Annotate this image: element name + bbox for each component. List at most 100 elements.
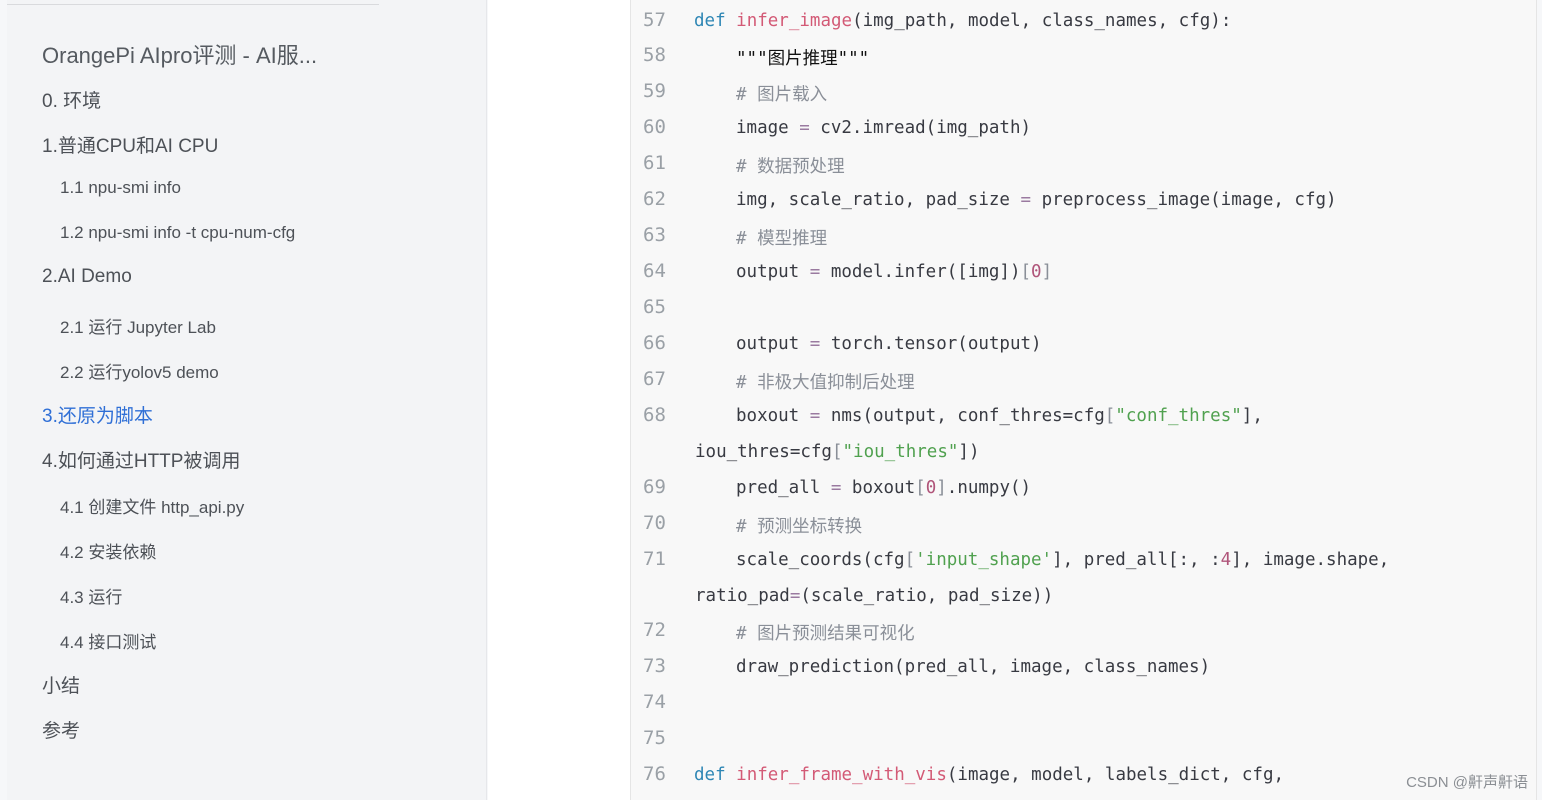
code-text: nms(output, conf_thres=cfg	[820, 406, 1105, 426]
toc-sidebar: OrangePi AIpro评测 - AI服... 0. 环境 1.普通CPU和…	[7, 0, 487, 800]
line-number: 62	[643, 188, 666, 210]
line-number: 75	[643, 727, 666, 749]
code-line: output = model.infer([img])[0]	[694, 262, 1052, 282]
code-line: pred_all = boxout[0].numpy()	[694, 478, 1031, 498]
code-line: scale_coords(cfg['input_shape'], pred_al…	[694, 550, 1389, 570]
code-line: def infer_image(img_path, model, class_n…	[694, 11, 1231, 31]
code-line: # 数据预处理	[694, 153, 845, 178]
code-text: output	[736, 262, 810, 282]
line-number: 63	[643, 224, 666, 246]
line-number: 72	[643, 619, 666, 641]
line-number: 68	[643, 404, 666, 426]
code-text: (image, model, labels_dict, cfg,	[946, 765, 1285, 785]
code-text: img, scale_ratio, pad_size	[736, 190, 1021, 210]
toc-item-npu-smi-cpu-num[interactable]: 1.2 npu-smi info -t cpu-num-cfg	[60, 223, 295, 243]
bracket: [	[904, 550, 916, 570]
code-line: image = cv2.imread(img_path)	[694, 118, 1031, 138]
toc-item-cpu-ai-cpu[interactable]: 1.普通CPU和AI CPU	[42, 131, 218, 158]
code-text: torch.tensor(output)	[820, 334, 1042, 354]
function-name: infer_image	[736, 11, 853, 31]
code-text: draw_prediction(pred_all, image, class_n…	[736, 657, 1211, 677]
line-number: 58	[643, 44, 666, 66]
code-text: ], image.shape,	[1231, 550, 1390, 570]
toc-item-http-call[interactable]: 4.如何通过HTTP被调用	[42, 446, 240, 473]
string-literal: "iou_thres"	[842, 442, 959, 462]
code-text: (img_path, model, class_names, cfg):	[852, 11, 1232, 31]
number: 0	[1031, 262, 1042, 282]
operator: =	[789, 586, 801, 606]
code-line: output = torch.tensor(output)	[694, 334, 1042, 354]
line-number: 69	[643, 476, 666, 498]
number: 0	[925, 478, 937, 498]
toc-item-ai-demo[interactable]: 2.AI Demo	[42, 266, 132, 288]
watermark: CSDN @鼾声鼾语	[1402, 771, 1528, 792]
string-literal: "conf_thres"	[1115, 406, 1242, 426]
operator: =	[809, 334, 821, 354]
line-number: 59	[643, 80, 666, 102]
operator: =	[809, 262, 821, 282]
toc-item-jupyter-lab[interactable]: 2.1 运行 Jupyter Lab	[60, 313, 216, 338]
line-number: 64	[643, 260, 666, 282]
line-number: 67	[643, 368, 666, 390]
bracket: ]	[1041, 262, 1053, 282]
code-block[interactable]: 57 58 59 60 61 62 63 64 65 66 67 68 69 7…	[630, 0, 1537, 800]
operator: =	[799, 118, 810, 138]
toc-item-npu-smi-info[interactable]: 1.1 npu-smi info	[60, 178, 181, 198]
line-number: 74	[643, 691, 666, 713]
line-number: 70	[643, 512, 666, 534]
code-text: boxout	[736, 406, 810, 426]
bracket: [	[915, 478, 926, 498]
line-number: 65	[643, 296, 666, 318]
line-number: 66	[643, 332, 666, 354]
content-margin	[488, 0, 630, 800]
string-literal: 'input_shape'	[915, 550, 1053, 570]
code-line: def infer_frame_with_vis(image, model, l…	[694, 765, 1284, 785]
operator: =	[809, 406, 821, 426]
toc-item-create-http-api[interactable]: 4.1 创建文件 http_api.py	[60, 493, 244, 518]
page: OrangePi AIpro评测 - AI服... 0. 环境 1.普通CPU和…	[0, 0, 1542, 800]
code-text: iou_thres=cfg	[695, 442, 832, 462]
toc-item-api-test[interactable]: 4.4 接口测试	[60, 628, 156, 653]
code-text: cv2.imread(img_path)	[809, 118, 1032, 138]
code-text: ratio_pad	[695, 586, 790, 606]
bracket: [	[1104, 406, 1116, 426]
line-number: 61	[643, 152, 666, 174]
line-number: 73	[643, 655, 666, 677]
operator: =	[830, 478, 842, 498]
code-text: ], pred_all[:, :	[1052, 550, 1221, 570]
code-line: """图片推理"""	[694, 45, 869, 70]
code-text: output	[736, 334, 810, 354]
code-text: .numpy()	[946, 478, 1032, 498]
code-text: (scale_ratio, pad_size))	[800, 586, 1054, 606]
toc-item-references[interactable]: 参考	[42, 716, 80, 743]
code-line-wrap: ratio_pad=(scale_ratio, pad_size))	[695, 586, 1053, 606]
toc-item-environment[interactable]: 0. 环境	[42, 86, 101, 113]
comment: # 非极大值抑制后处理	[736, 373, 915, 393]
line-number: 60	[643, 116, 666, 138]
code-text: pred_all	[736, 478, 831, 498]
code-text: ],	[1241, 406, 1263, 426]
bracket: ]	[936, 478, 947, 498]
number: 4	[1220, 550, 1232, 570]
bracket: [	[1020, 262, 1032, 282]
function-name: infer_frame_with_vis	[736, 765, 947, 785]
code-text: scale_coords(cfg	[736, 550, 905, 570]
comment: # 数据预处理	[736, 157, 845, 177]
operator: =	[1020, 190, 1032, 210]
comment: # 图片预测结果可视化	[736, 624, 915, 644]
toc-item-install-deps[interactable]: 4.2 安装依赖	[60, 538, 156, 563]
code-line: draw_prediction(pred_all, image, class_n…	[694, 657, 1210, 677]
toc-title[interactable]: OrangePi AIpro评测 - AI服...	[42, 38, 372, 70]
code-text: ])	[958, 442, 980, 462]
toc-item-restore-script[interactable]: 3.还原为脚本	[42, 401, 153, 428]
code-text: image	[736, 118, 800, 138]
code-line: # 预测坐标转换	[694, 513, 862, 538]
bracket: [	[831, 442, 843, 462]
code-text: preprocess_image(image, cfg)	[1031, 190, 1337, 210]
toc-item-run[interactable]: 4.3 运行	[60, 583, 122, 608]
toc-item-summary[interactable]: 小结	[42, 671, 80, 698]
code-line-wrap: iou_thres=cfg["iou_thres"])	[695, 442, 980, 462]
code-line: # 图片载入	[694, 81, 827, 106]
toc-item-yolov5-demo[interactable]: 2.2 运行yolov5 demo	[60, 358, 219, 383]
docstring: """图片推理"""	[736, 49, 870, 69]
